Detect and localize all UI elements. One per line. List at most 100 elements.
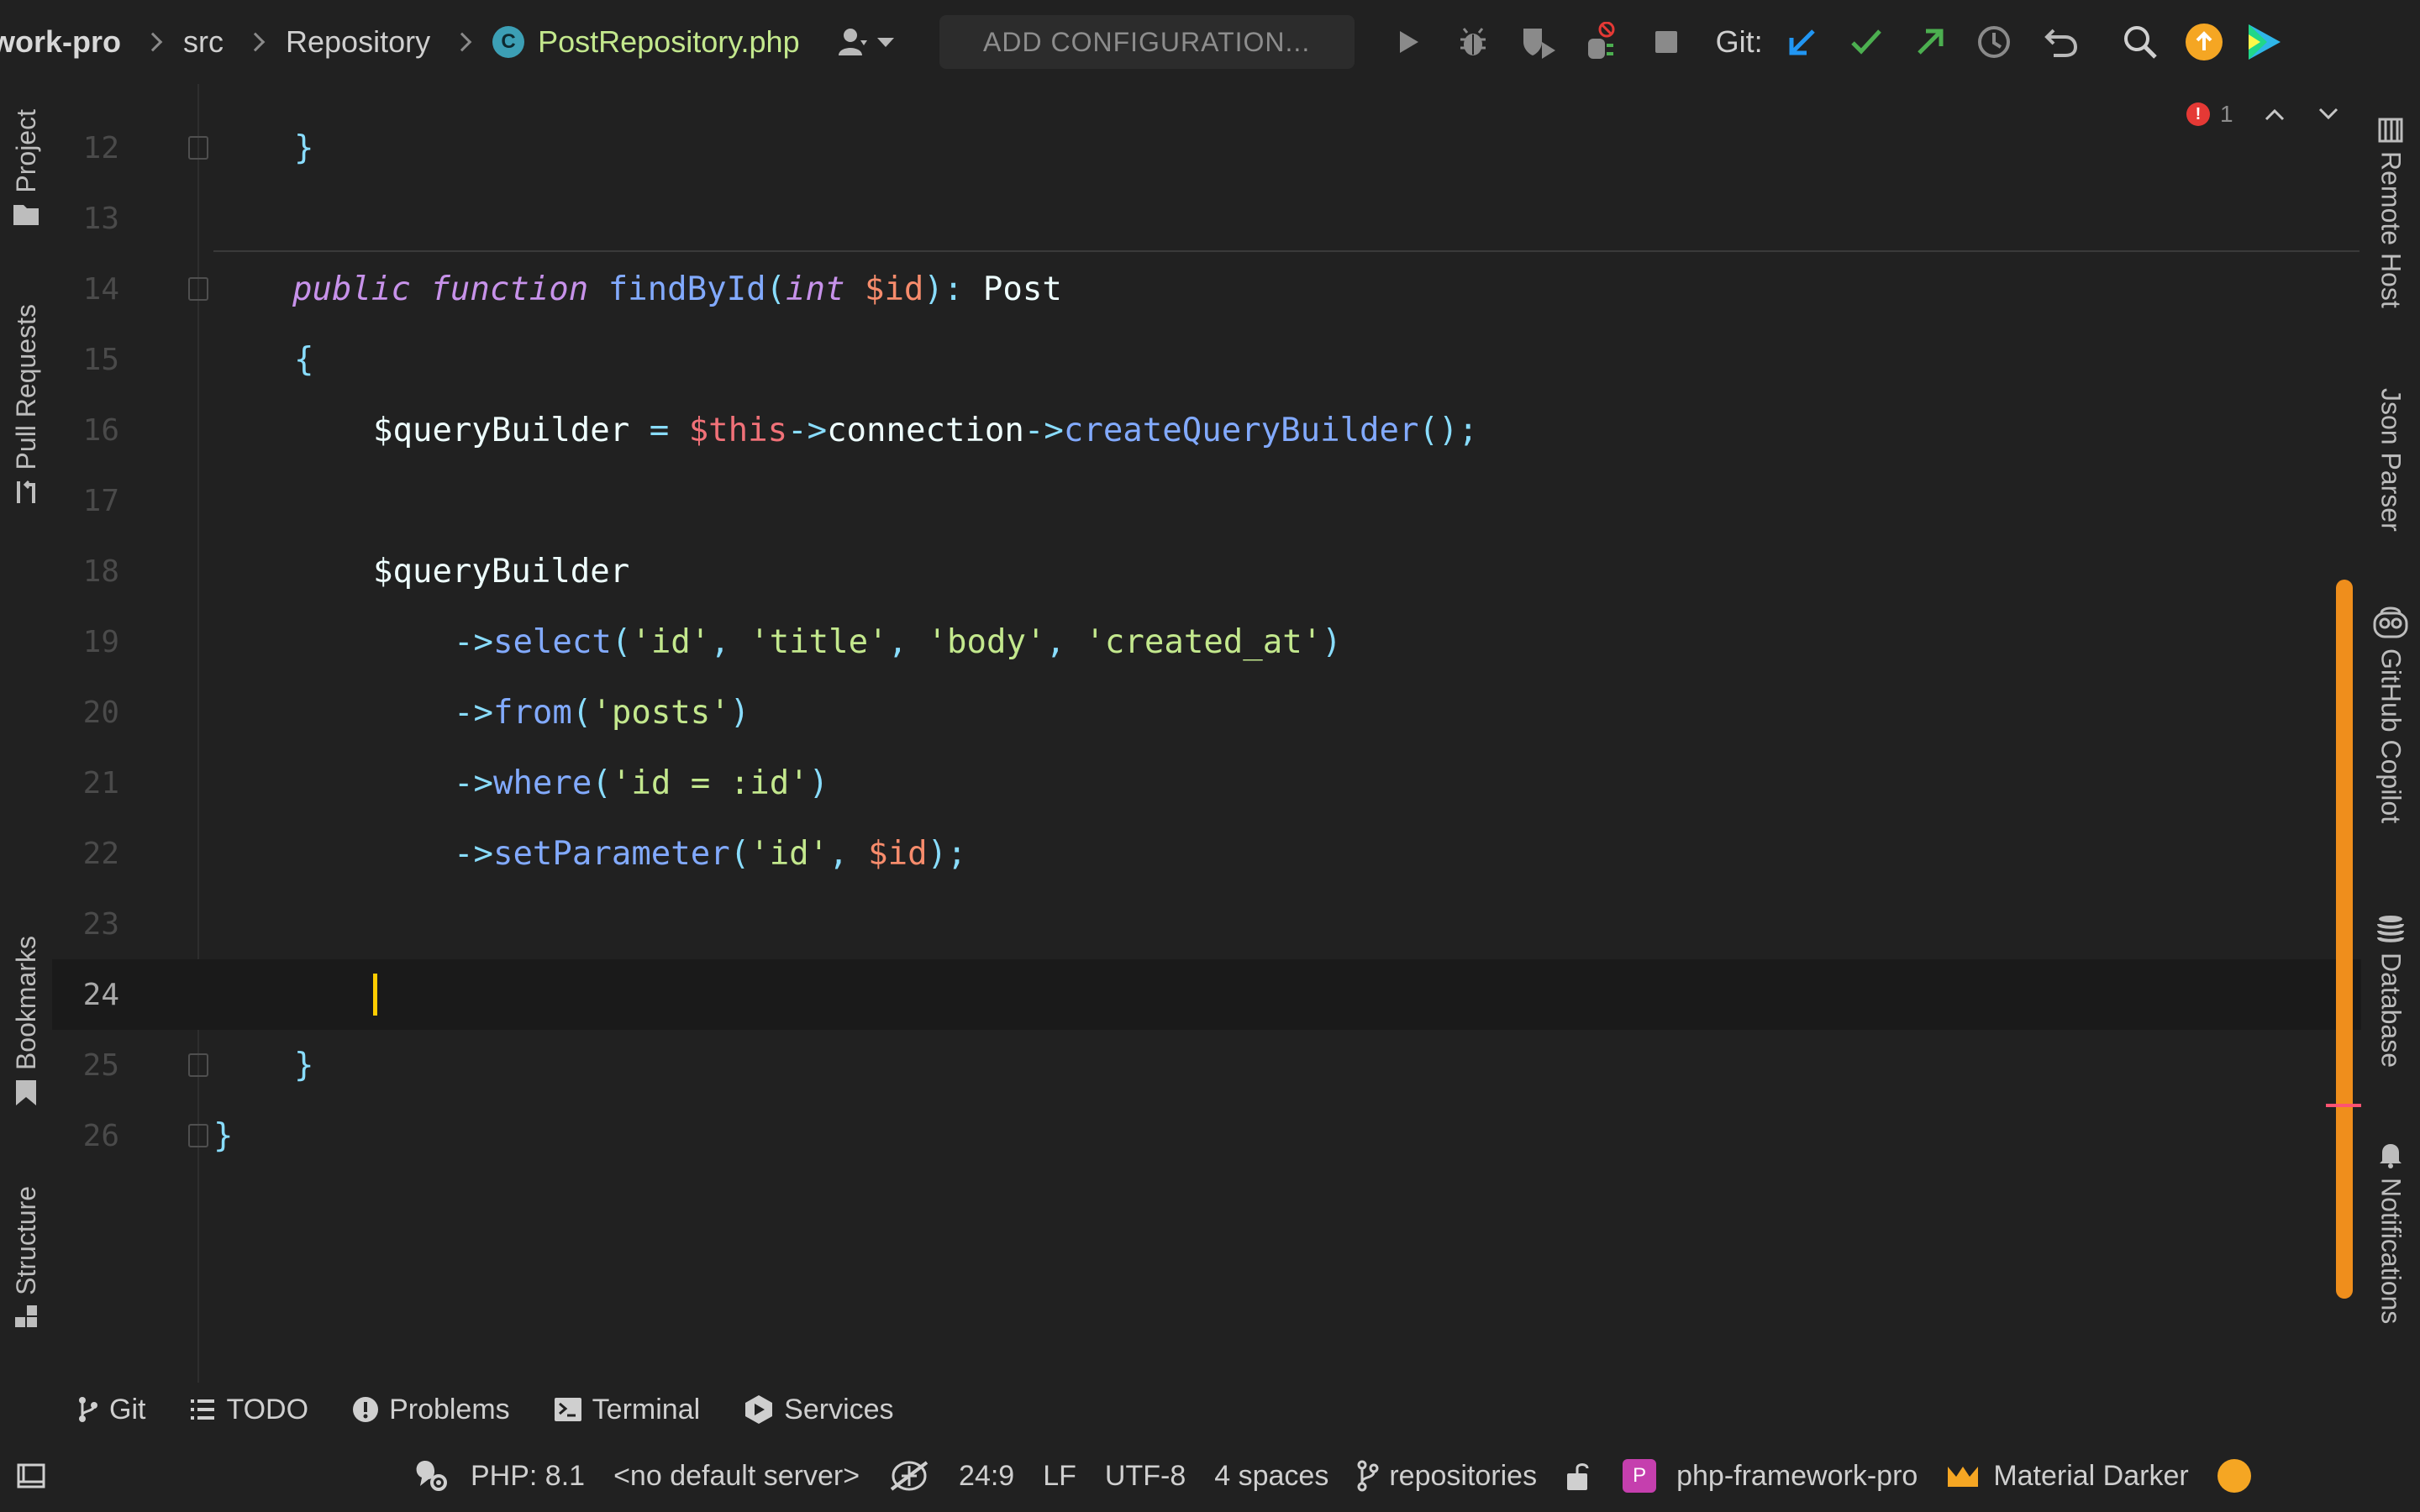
code-line[interactable]: 23: [52, 889, 2361, 959]
git-update-icon[interactable]: [1781, 21, 1823, 63]
add-configuration-button[interactable]: ADD CONFIGURATION...: [939, 15, 1355, 69]
tab-todo[interactable]: TODO: [189, 1394, 308, 1426]
fold-marker-icon[interactable]: [188, 277, 208, 301]
toggle-tool-windows-icon[interactable]: [17, 1463, 45, 1488]
code-line[interactable]: 20 ->from('posts'): [52, 677, 2361, 748]
php-version[interactable]: PHP: 8.1: [471, 1460, 585, 1493]
current-code-line[interactable]: 24: [52, 959, 2361, 1030]
token: 'created_at': [1085, 622, 1323, 661]
token: ->: [787, 411, 828, 449]
code-line[interactable]: 12 }: [52, 113, 2361, 183]
php-settings-icon[interactable]: [408, 1457, 450, 1494]
breadcrumb-project[interactable]: work-pro: [0, 24, 121, 60]
rollback-icon[interactable]: [2040, 21, 2082, 63]
tab-bookmarks[interactable]: Bookmarks: [0, 936, 52, 1107]
tab-problems-label: Problems: [389, 1393, 510, 1425]
breadcrumb-file[interactable]: C PostRepository.php: [492, 24, 800, 60]
fold-marker-icon[interactable]: [188, 1053, 208, 1077]
token: );: [927, 834, 967, 873]
tab-structure[interactable]: Structure: [0, 1186, 52, 1329]
code-line[interactable]: 18 $queryBuilder: [52, 536, 2361, 606]
line-number: 25: [82, 1047, 119, 1083]
file-encoding[interactable]: UTF-8: [1105, 1460, 1186, 1493]
code-line[interactable]: 22 ->setParameter('id', $id);: [52, 818, 2361, 889]
tab-json-parser[interactable]: Json Parser: [2361, 388, 2420, 532]
project-selector[interactable]: P php-framework-pro: [1623, 1459, 1918, 1493]
history-icon[interactable]: [1973, 21, 2015, 63]
token: ,: [710, 622, 750, 661]
fold-marker-icon[interactable]: [188, 136, 208, 160]
token: public: [292, 270, 411, 308]
token: ->: [454, 693, 493, 732]
vcs-user-menu[interactable]: [837, 27, 894, 57]
terminal-icon: [554, 1398, 581, 1421]
code-line[interactable]: 13: [52, 183, 2361, 254]
php-class-icon: C: [492, 26, 525, 58]
line-number: 17: [82, 483, 119, 518]
error-stripe-marker[interactable]: [2326, 1104, 2361, 1107]
caret-position[interactable]: 24:9: [959, 1460, 1014, 1493]
search-icon[interactable]: [2119, 21, 2161, 63]
code-line[interactable]: 19 ->select('id', 'title', 'body', 'crea…: [52, 606, 2361, 677]
token: (: [765, 270, 786, 308]
debug-icon[interactable]: [1452, 21, 1494, 63]
tab-notifications[interactable]: Notifications: [2361, 1141, 2420, 1324]
editor-scrollbar[interactable]: [2336, 580, 2353, 1299]
tab-structure-label: Structure: [10, 1186, 41, 1295]
run-icon[interactable]: [1386, 21, 1428, 63]
line-number: 20: [82, 695, 119, 730]
line-number: 19: [82, 624, 119, 659]
update-status-icon[interactable]: [2217, 1459, 2251, 1493]
line-separator[interactable]: LF: [1043, 1460, 1076, 1493]
code-line[interactable]: 21 ->where('id = :id'): [52, 748, 2361, 818]
token: $queryBuilder: [373, 552, 630, 591]
chevron-right-icon: [143, 32, 163, 52]
tab-git[interactable]: Git: [77, 1394, 145, 1426]
token: ->: [1023, 411, 1064, 449]
text-cursor: [373, 974, 377, 1016]
code-line[interactable]: 26 }: [52, 1100, 2361, 1171]
default-server[interactable]: <no default server>: [613, 1460, 860, 1493]
tab-bookmarks-label: Bookmarks: [10, 936, 41, 1071]
tab-remote-host[interactable]: Remote Host: [2361, 118, 2420, 308]
coverage-icon[interactable]: [1518, 21, 1560, 63]
ide-update-icon[interactable]: [2183, 21, 2225, 63]
breadcrumb-repository[interactable]: Repository: [286, 24, 430, 60]
git-branch-icon: [79, 1397, 97, 1422]
no-deployment-icon[interactable]: [888, 1459, 930, 1493]
git-branch[interactable]: repositories: [1357, 1460, 1537, 1493]
token: $id: [864, 270, 924, 308]
breadcrumb-src[interactable]: src: [183, 24, 224, 60]
tab-terminal[interactable]: Terminal: [554, 1394, 700, 1426]
tab-services[interactable]: Services: [744, 1394, 894, 1426]
tab-database[interactable]: Database: [2361, 914, 2420, 1068]
tab-pull-requests-label: Pull Requests: [10, 304, 41, 470]
token: ->: [454, 622, 493, 661]
code-line[interactable]: 16 $queryBuilder = $this->connection->cr…: [52, 395, 2361, 465]
fold-marker-icon[interactable]: [188, 1124, 208, 1147]
tab-github-copilot[interactable]: GitHub Copilot: [2361, 605, 2420, 823]
code-line[interactable]: 15 {: [52, 324, 2361, 395]
navigation-bar: work-pro src Repository C PostRepository…: [0, 0, 2420, 84]
code-line[interactable]: 17: [52, 465, 2361, 536]
tab-github-copilot-label: GitHub Copilot: [2375, 648, 2407, 824]
stop-icon[interactable]: [1645, 21, 1687, 63]
tab-pull-requests[interactable]: Pull Requests: [0, 304, 52, 507]
code-line[interactable]: 14 public function findById(int $id): Po…: [52, 254, 2361, 324]
code-line[interactable]: 25 }: [52, 1030, 2361, 1100]
git-commit-icon[interactable]: [1845, 21, 1887, 63]
project-badge-icon: P: [1623, 1459, 1657, 1493]
theme-selector[interactable]: Material Darker: [1946, 1460, 2189, 1493]
tab-problems[interactable]: Problems: [352, 1394, 510, 1426]
indent-settings[interactable]: 4 spaces: [1214, 1460, 1328, 1493]
readonly-toggle-icon[interactable]: [1565, 1460, 1594, 1492]
token: select: [492, 622, 612, 661]
line-number: 13: [82, 201, 119, 236]
tab-project[interactable]: Project: [0, 109, 52, 227]
profile-icon[interactable]: [1578, 21, 1620, 63]
bottom-tool-tabs: Git TODO Problems Terminal Services: [0, 1383, 2420, 1436]
git-push-icon[interactable]: [1909, 21, 1951, 63]
line-number: 15: [82, 342, 119, 377]
line-number: 21: [82, 765, 119, 801]
code-editor[interactable]: ! 1 12 } 13 14 public function findById(…: [52, 84, 2361, 1383]
